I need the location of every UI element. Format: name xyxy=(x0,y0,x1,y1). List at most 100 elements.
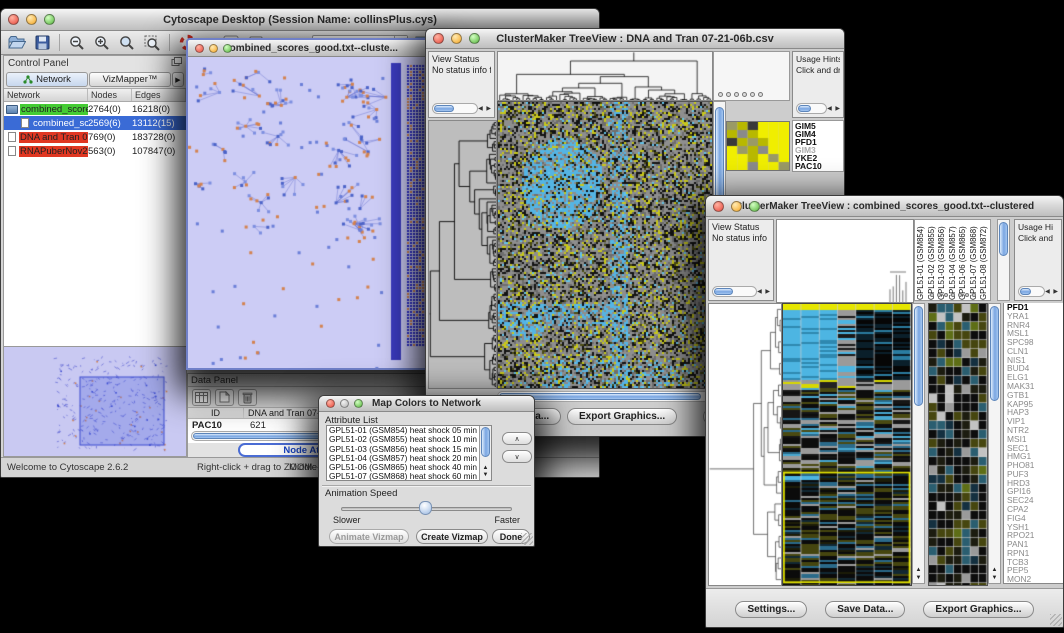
scroll-thumb[interactable] xyxy=(990,306,999,401)
scroll-arrows-icon[interactable]: ◀ ▶ xyxy=(1045,288,1059,295)
tab-network[interactable]: Network xyxy=(6,72,88,87)
scroll-down-icon[interactable]: ▼ xyxy=(480,472,491,479)
status-pan-hint: Middle- xyxy=(289,462,320,473)
zoom-window-icon[interactable] xyxy=(354,399,363,408)
close-icon[interactable] xyxy=(433,33,444,44)
zoom-window-icon[interactable] xyxy=(44,14,55,25)
scroll-thumb[interactable] xyxy=(798,105,811,112)
minimize-icon[interactable] xyxy=(451,33,462,44)
export-graphics-button[interactable]: Export Graphics... xyxy=(567,408,677,425)
open-session-button[interactable] xyxy=(7,33,27,53)
network-view-titlebar[interactable]: combined_scores_good.txt--cluste... xyxy=(188,40,434,57)
scroll-arrows-icon[interactable]: ◀ ▶ xyxy=(478,105,492,112)
scroll-up-icon[interactable]: ▲ xyxy=(480,465,491,472)
zoom-fit-icon[interactable] xyxy=(117,33,137,53)
tv2-row-dendrogram[interactable] xyxy=(708,303,782,586)
save-session-button[interactable] xyxy=(32,33,52,53)
tv1-zoom-column-area xyxy=(713,51,790,101)
tv2-labels-vscrollbar[interactable] xyxy=(997,219,1010,301)
network-row[interactable]: RNAPuberNov2+563(0)107847(0) xyxy=(4,144,186,158)
tv2-global-heatmap[interactable] xyxy=(782,303,912,586)
close-icon[interactable] xyxy=(195,44,204,53)
scroll-thumb[interactable] xyxy=(714,288,733,295)
create-vizmap-button[interactable]: Create Vizmap xyxy=(416,529,488,544)
gene-label[interactable]: PAC10 xyxy=(795,162,843,170)
tv2-column-dendrogram[interactable] xyxy=(776,219,914,303)
tv2-gene-list[interactable]: PFD1YRA1RNR4MSL1SPC98CLN1NIS1BUD4ELG1MAK… xyxy=(1003,303,1063,584)
scroll-up-icon[interactable]: ▲ xyxy=(989,567,1000,574)
tv2-titlebar[interactable]: ClusterMaker TreeView : combined_scores_… xyxy=(706,196,1063,217)
zoom-out-icon[interactable] xyxy=(67,33,87,53)
network-table-body: combined_scores2764(0)16218(0)combined_s… xyxy=(4,102,186,158)
network-row[interactable]: combined_scores2764(0)16218(0) xyxy=(4,102,186,116)
tv2-heatmap-vscrollbar[interactable]: ▲ ▼ xyxy=(912,303,925,584)
zoom-selected-icon[interactable] xyxy=(142,33,162,53)
network-overview-canvas[interactable] xyxy=(4,347,186,456)
gene-label[interactable]: MON2 xyxy=(1007,575,1063,584)
minimize-icon[interactable] xyxy=(209,44,218,53)
network-row[interactable]: DNA and Tran 07769(0)183728(0) xyxy=(4,130,186,144)
dialog-titlebar[interactable]: Map Colors to Network xyxy=(319,396,534,412)
tab-vizmapper[interactable]: VizMapper™ xyxy=(89,72,171,87)
network-name: DNA and Tran 07 xyxy=(19,132,88,143)
scroll-down-icon[interactable]: ▼ xyxy=(913,575,924,582)
resize-grip[interactable] xyxy=(521,533,533,545)
move-down-button[interactable]: ∨ xyxy=(502,450,532,463)
attribute-list[interactable]: GPL51-01 (GSM854) heat shock 05 minGPL51… xyxy=(326,425,492,481)
save-data-button[interactable]: Save Data... xyxy=(825,601,905,618)
zoom-in-icon[interactable] xyxy=(92,33,112,53)
resize-grip[interactable] xyxy=(1050,614,1062,626)
new-attribute-icon[interactable] xyxy=(215,389,234,406)
tv1-global-heatmap[interactable] xyxy=(497,101,713,389)
status-hscrollbar[interactable] xyxy=(432,103,478,114)
scroll-up-icon[interactable]: ▲ xyxy=(913,567,924,574)
tv1-row-dendrogram[interactable] xyxy=(428,120,497,389)
minimize-icon[interactable] xyxy=(26,14,37,25)
column-marker-icons xyxy=(718,92,763,97)
status-hscrollbar[interactable] xyxy=(712,286,757,297)
more-tabs-arrow-icon[interactable]: ▶ xyxy=(172,72,184,87)
tv1-column-dendrogram[interactable] xyxy=(497,51,713,101)
tv1-titlebar[interactable]: ClusterMaker TreeView : DNA and Tran 07-… xyxy=(426,29,844,49)
file-icon xyxy=(21,118,29,128)
tv2-zoom-vscrollbar[interactable]: ▲ ▼ xyxy=(988,303,1001,584)
close-icon[interactable] xyxy=(8,14,19,25)
status-welcome: Welcome to Cytoscape 2.6.2 xyxy=(7,462,128,473)
usage-hscrollbar[interactable] xyxy=(1018,286,1045,297)
settings-button[interactable]: Settings... xyxy=(735,601,807,618)
slider-thumb[interactable] xyxy=(419,501,432,515)
tab-network-label: Network xyxy=(36,74,71,85)
scroll-down-icon[interactable]: ▼ xyxy=(989,575,1000,582)
network-view-canvas[interactable] xyxy=(188,57,434,368)
scroll-thumb[interactable] xyxy=(914,306,923,406)
scroll-arrows-icon[interactable]: ◀ ▶ xyxy=(827,105,841,112)
float-panel-icon[interactable] xyxy=(171,57,182,70)
tv2-zoom-heatmap[interactable] xyxy=(928,303,988,586)
scroll-thumb[interactable] xyxy=(481,427,490,457)
scroll-thumb[interactable] xyxy=(999,222,1008,256)
scroll-arrows-icon[interactable]: ◀ ▶ xyxy=(757,288,771,295)
scroll-thumb[interactable] xyxy=(1020,288,1031,295)
delete-attribute-icon[interactable] xyxy=(238,389,257,406)
export-graphics-button[interactable]: Export Graphics... xyxy=(923,601,1033,618)
scroll-thumb[interactable] xyxy=(434,105,454,112)
move-up-button[interactable]: ∧ xyxy=(502,432,532,445)
zoom-window-icon[interactable] xyxy=(469,33,480,44)
usage-hints-title: Usage Hi xyxy=(1018,222,1058,233)
close-icon[interactable] xyxy=(713,201,724,212)
attribute-list-vscrollbar[interactable]: ▲ ▼ xyxy=(479,426,491,480)
network-row[interactable]: combined_sco2569(6)13112(15) xyxy=(4,116,186,130)
edges-count: 183728(0) xyxy=(132,132,186,143)
close-icon[interactable] xyxy=(326,399,335,408)
main-window-title: Cytoscape Desktop (Session Name: collins… xyxy=(163,14,437,26)
tv1-zoom-heatmap[interactable] xyxy=(726,121,790,171)
zoom-window-icon[interactable] xyxy=(749,201,760,212)
zoom-window-icon[interactable] xyxy=(223,44,232,53)
network-overview-panel[interactable] xyxy=(4,346,186,456)
tv1-usage-hints-panel: Usage Hints Click and drag to ◀ ▶ xyxy=(792,51,844,118)
attribute-item[interactable]: GPL51-07 (GSM868) heat shock 60 min xyxy=(327,472,491,481)
usage-hscrollbar[interactable] xyxy=(796,103,827,114)
minimize-icon[interactable] xyxy=(731,201,742,212)
file-icon xyxy=(8,146,16,156)
select-attributes-icon[interactable] xyxy=(192,389,211,406)
